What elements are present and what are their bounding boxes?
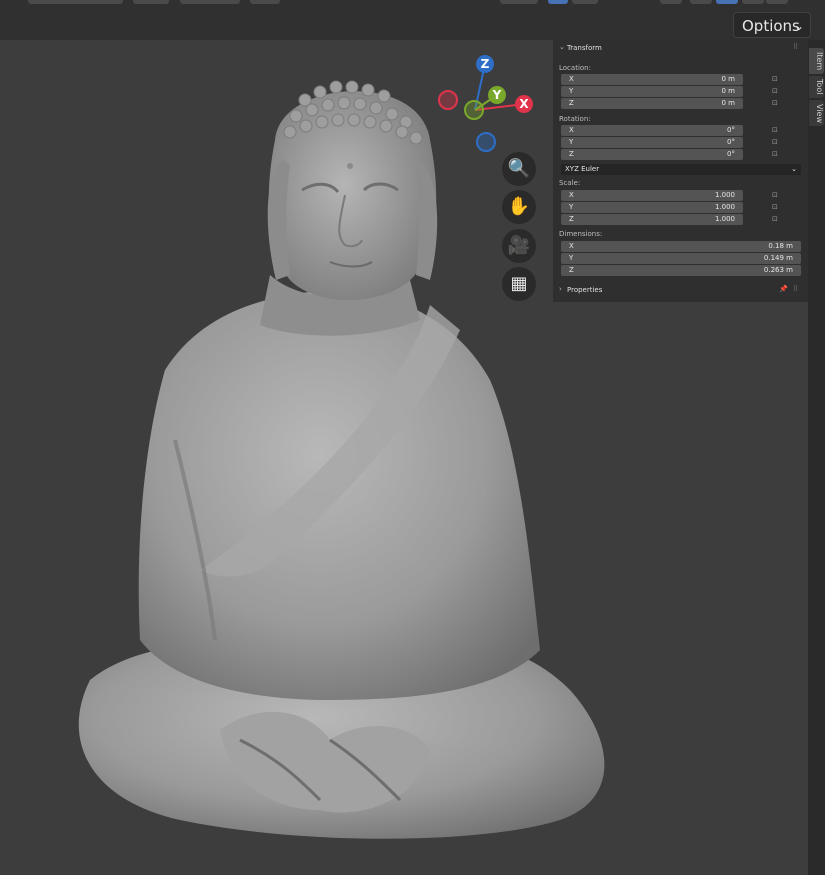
axis-label: Y xyxy=(569,203,574,211)
navigation-gizmo[interactable]: Z X Y xyxy=(435,52,535,152)
location-z-field[interactable]: Z 0 m xyxy=(561,98,743,109)
shading-material-button[interactable] xyxy=(742,0,764,4)
tab-view[interactable]: View xyxy=(809,100,824,126)
lock-icon[interactable]: ⊡ xyxy=(772,191,778,199)
hand-pan-icon[interactable]: ✋ xyxy=(502,190,536,224)
header-bar: Options ⌄ xyxy=(0,0,825,40)
camera-icon[interactable]: 🎥 xyxy=(502,229,536,263)
rotation-label: Rotation: xyxy=(559,115,591,123)
grid-icon[interactable]: ▦ xyxy=(502,267,536,301)
field-value: 0° xyxy=(727,138,735,146)
tab-item[interactable]: Item xyxy=(809,48,824,74)
lock-icon[interactable]: ⊡ xyxy=(772,203,778,211)
field-value: 1.000 xyxy=(714,191,735,199)
rotation-x-field[interactable]: X 0° xyxy=(561,125,743,136)
proportional-editing-button[interactable] xyxy=(572,0,598,4)
shading-solid-button[interactable] xyxy=(716,0,738,4)
scale-z-field[interactable]: Z 1.000 xyxy=(561,214,743,225)
field-value: 1.000 xyxy=(714,203,735,211)
zoom-icon[interactable]: 🔍 xyxy=(502,152,536,186)
scale-label: Scale: xyxy=(559,179,581,187)
properties-header[interactable]: › Properties 📌 ⠿ xyxy=(553,285,808,297)
view-menu-button[interactable] xyxy=(133,0,169,4)
dimensions-y-field[interactable]: Y 0.149 m xyxy=(561,253,801,264)
axis-label: Z xyxy=(569,150,574,158)
gizmo-z-axis[interactable]: Z xyxy=(476,55,494,73)
axis-label: Y xyxy=(569,138,574,146)
gizmo-negative-x-axis[interactable] xyxy=(438,90,458,110)
dimensions-label: Dimensions: xyxy=(559,230,603,238)
options-button[interactable]: Options ⌄ xyxy=(733,12,811,38)
chevron-down-icon: ⌄ xyxy=(791,165,797,173)
scale-x-field[interactable]: X 1.000 xyxy=(561,190,743,201)
field-value: 0 m xyxy=(721,87,736,95)
dimensions-x-field[interactable]: X 0.18 m xyxy=(561,241,801,252)
field-value: 0° xyxy=(727,150,735,158)
field-value: 0.18 m xyxy=(768,242,793,250)
field-value: 0 m xyxy=(721,75,736,83)
axis-label: X xyxy=(569,126,574,134)
lock-icon[interactable]: ⊡ xyxy=(772,87,778,95)
rotation-y-field[interactable]: Y 0° xyxy=(561,137,743,148)
axis-label: Z xyxy=(569,266,574,274)
axis-label: Y xyxy=(569,87,574,95)
rotation-mode-dropdown[interactable]: XYZ Euler ⌄ xyxy=(561,164,801,175)
gizmo-x-axis[interactable]: X xyxy=(515,95,533,113)
axis-label: X xyxy=(569,191,574,199)
axis-label: Y xyxy=(569,254,574,262)
pin-icon[interactable]: 📌 xyxy=(779,285,788,293)
location-label: Location: xyxy=(559,64,591,72)
field-value: 0° xyxy=(727,126,735,134)
rotation-z-field[interactable]: Z 0° xyxy=(561,149,743,160)
lock-icon[interactable]: ⊡ xyxy=(772,75,778,83)
field-value: 0.149 m xyxy=(763,254,793,262)
overlay-toggle-button[interactable] xyxy=(660,0,682,4)
gizmo-y-axis[interactable]: Y xyxy=(488,86,506,104)
axis-label: Z xyxy=(569,99,574,107)
location-y-field[interactable]: Y 0 m xyxy=(561,86,743,97)
shading-wireframe-button[interactable] xyxy=(690,0,712,4)
options-label: Options xyxy=(742,17,800,35)
add-menu-button[interactable] xyxy=(250,0,280,4)
field-value: 0 m xyxy=(721,99,736,107)
axis-label: X xyxy=(569,75,574,83)
select-menu-button[interactable] xyxy=(180,0,240,4)
mode-dropdown[interactable] xyxy=(28,0,123,4)
lock-icon[interactable]: ⊡ xyxy=(772,150,778,158)
transform-header[interactable]: ⌄ Transform ⠿ xyxy=(553,43,808,55)
location-x-field[interactable]: X 0 m xyxy=(561,74,743,85)
sidebar-n-panel: ⌄ Transform ⠿ Location: X 0 m ⊡ Y 0 m ⊡ … xyxy=(553,40,808,302)
drag-handle-icon[interactable]: ⠿ xyxy=(793,43,798,51)
tab-tool[interactable]: Tool xyxy=(809,76,824,98)
chevron-down-icon: ⌄ xyxy=(559,43,565,51)
chevron-right-icon: › xyxy=(559,285,562,293)
dimensions-z-field[interactable]: Z 0.263 m xyxy=(561,265,801,276)
drag-handle-icon[interactable]: ⠿ xyxy=(793,285,798,293)
gizmo-toggle-button[interactable] xyxy=(500,0,538,4)
lock-icon[interactable]: ⊡ xyxy=(772,99,778,107)
lock-icon[interactable]: ⊡ xyxy=(772,126,778,134)
axis-label: X xyxy=(569,242,574,250)
snap-toggle-button[interactable] xyxy=(548,0,568,4)
axis-label: Z xyxy=(569,215,574,223)
chevron-down-icon: ⌄ xyxy=(793,19,804,33)
rotation-mode-value: XYZ Euler xyxy=(565,165,600,173)
lock-icon[interactable]: ⊡ xyxy=(772,138,778,146)
scale-y-field[interactable]: Y 1.000 xyxy=(561,202,743,213)
gizmo-negative-y-axis[interactable] xyxy=(464,100,484,120)
properties-title: Properties xyxy=(567,286,603,294)
sidebar-tabs: Item Tool View xyxy=(808,40,825,875)
field-value: 1.000 xyxy=(714,215,735,223)
shading-rendered-button[interactable] xyxy=(766,0,788,4)
lock-icon[interactable]: ⊡ xyxy=(772,215,778,223)
field-value: 0.263 m xyxy=(763,266,793,274)
transform-title: Transform xyxy=(567,44,602,52)
gizmo-negative-z-axis[interactable] xyxy=(476,132,496,152)
